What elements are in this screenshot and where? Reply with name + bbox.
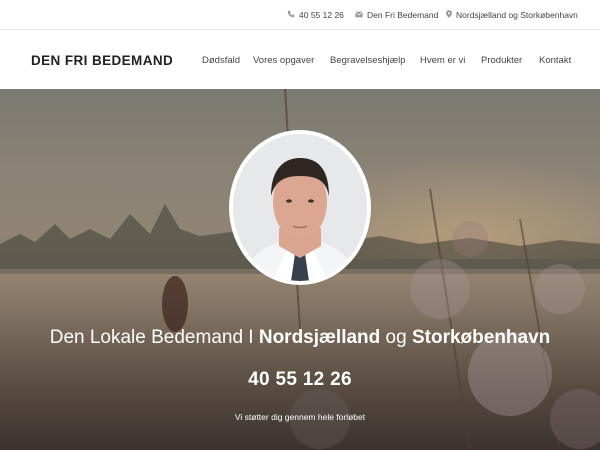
- nav-kontakt[interactable]: Kontakt: [539, 31, 571, 89]
- hero-tagline: Vi støtter dig gennem hele forløbet: [234, 412, 366, 422]
- nav-produkter[interactable]: Produkter: [481, 31, 522, 89]
- nav-dodsfald[interactable]: Dødsfald: [202, 31, 240, 89]
- hero-phone-number[interactable]: 40 55 12 26: [0, 369, 600, 391]
- bedemand-portrait: [229, 130, 371, 285]
- nav-hvem-er-vi[interactable]: Hvem er vi: [420, 31, 465, 89]
- nav-vores-opgaver[interactable]: Vores opgaver: [253, 31, 314, 89]
- hero-headline: Den Lokale Bedemand I Nordsjælland og St…: [0, 327, 600, 349]
- topbar-email[interactable]: Den Fri Bedemand: [355, 0, 438, 30]
- headline-region-2: Storkøbenhavn: [411, 327, 551, 348]
- topbar-phone-text: 40 55 12 26: [299, 10, 344, 20]
- headline-text-1: Den Lokale Bedemand I: [49, 327, 259, 348]
- site-header: DEN FRI BEDEMAND Dødsfald Vores opgaver …: [0, 31, 600, 89]
- top-contact-bar: 40 55 12 26 Den Fri Bedemand Nordsjællan…: [0, 0, 600, 30]
- topbar-location-text: Nordsjælland og Storkøbenhavn: [456, 10, 578, 20]
- headline-region-1: Nordsjælland: [258, 327, 381, 348]
- map-pin-icon: [446, 10, 452, 20]
- site-logo[interactable]: DEN FRI BEDEMAND: [31, 31, 173, 89]
- nav-begravelseshjaelp[interactable]: Begravelseshjælp: [330, 31, 406, 89]
- envelope-icon: [355, 11, 363, 20]
- topbar-location: Nordsjælland og Storkøbenhavn: [446, 0, 578, 30]
- topbar-email-text: Den Fri Bedemand: [367, 10, 439, 20]
- phone-icon: [287, 10, 295, 20]
- topbar-phone[interactable]: 40 55 12 26: [287, 0, 344, 30]
- headline-text-2: og: [380, 327, 412, 348]
- hero-section: Den Lokale Bedemand I Nordsjælland og St…: [0, 89, 600, 450]
